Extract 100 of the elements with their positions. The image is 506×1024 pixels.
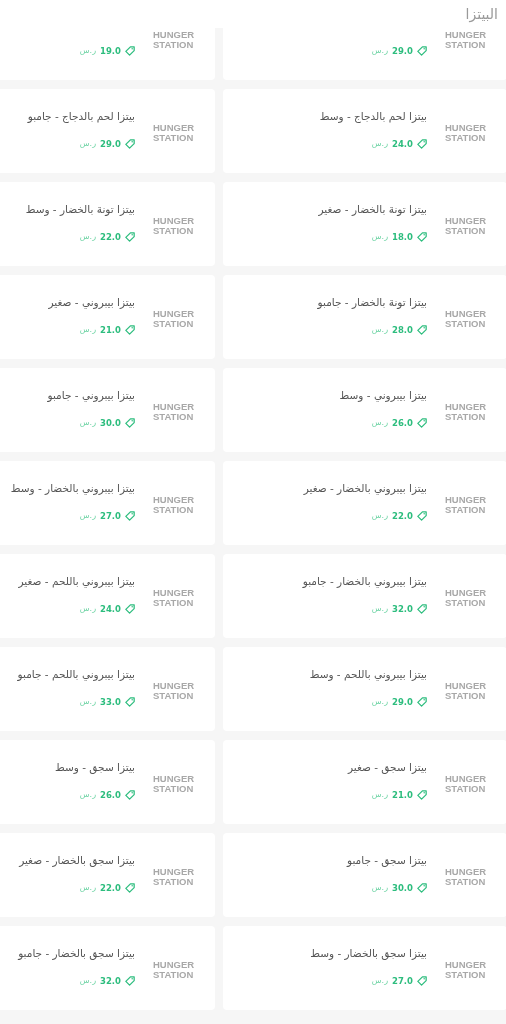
item-price: 33.0 <box>100 696 121 709</box>
item-name: بيتزا بيبروني بالخضار - جامبو <box>302 574 427 590</box>
item-price: 29.0 <box>392 696 413 709</box>
tag-icon <box>417 697 427 708</box>
item-price: 32.0 <box>392 603 413 616</box>
logo-placeholder: HUNGER STATION <box>445 123 487 143</box>
tag-icon <box>417 883 427 894</box>
currency-label: ر.س <box>371 324 388 337</box>
item-name: بيتزا لحم بالدجاج - جامبو <box>27 109 135 125</box>
currency-label: ر.س <box>371 789 388 802</box>
tag-icon <box>417 790 427 801</box>
logo-placeholder: HUNGER STATION <box>445 588 487 608</box>
logo-placeholder: HUNGER STATION <box>445 30 487 50</box>
tag-icon <box>125 697 135 708</box>
logo-placeholder: HUNGER STATION <box>153 123 195 143</box>
item-price: 32.0 <box>100 975 121 988</box>
item-name: بيتزا بيبروني بالخضار - صغير <box>303 481 427 497</box>
tag-icon <box>417 46 427 57</box>
currency-label: ر.س <box>79 138 96 151</box>
item-price: 27.0 <box>100 510 121 523</box>
currency-label: ر.س <box>79 324 96 337</box>
item-name: بيتزا سجق - جامبو <box>347 853 427 869</box>
item-price: 24.0 <box>392 138 413 151</box>
logo-placeholder: HUNGER STATION <box>445 402 487 422</box>
currency-label: ر.س <box>79 231 96 244</box>
item-price: 27.0 <box>392 975 413 988</box>
item-name: بيتزا تونة بالخضار - صغير <box>318 202 427 218</box>
tag-icon <box>417 511 427 522</box>
currency-label: ر.س <box>371 45 388 58</box>
currency-label: ر.س <box>371 882 388 895</box>
item-price: 18.0 <box>392 231 413 244</box>
currency-label: ر.س <box>371 510 388 523</box>
tag-icon <box>125 976 135 987</box>
item-price: 29.0 <box>100 138 121 151</box>
item-price: 28.0 <box>392 324 413 337</box>
item-price: 26.0 <box>100 789 121 802</box>
currency-label: ر.س <box>371 603 388 616</box>
item-name: بيتزا تونة بالخضار - وسط <box>25 202 135 218</box>
item-price: 21.0 <box>392 789 413 802</box>
currency-label: ر.س <box>79 417 96 430</box>
logo-placeholder: HUNGER STATION <box>445 495 487 515</box>
item-name: بيتزا بيبروني - وسط <box>339 388 427 404</box>
currency-label: ر.س <box>79 696 96 709</box>
currency-label: ر.س <box>79 45 96 58</box>
logo-placeholder: HUNGER STATION <box>153 774 195 794</box>
item-name: بيتزا تونة بالخضار - جامبو <box>317 295 427 311</box>
logo-placeholder: HUNGER STATION <box>153 960 195 980</box>
currency-label: ر.س <box>79 603 96 616</box>
tag-icon <box>125 325 135 336</box>
tag-icon <box>125 139 135 150</box>
currency-label: ر.س <box>79 882 96 895</box>
logo-placeholder: HUNGER STATION <box>153 30 195 50</box>
logo-placeholder: HUNGER STATION <box>445 867 487 887</box>
item-price: 30.0 <box>100 417 121 430</box>
tag-icon <box>417 418 427 429</box>
currency-label: ر.س <box>371 696 388 709</box>
tag-icon <box>417 604 427 615</box>
item-name: بيتزا بيبروني باللحم - صغير <box>18 574 135 590</box>
tag-icon <box>125 604 135 615</box>
currency-label: ر.س <box>371 138 388 151</box>
tag-icon <box>125 418 135 429</box>
item-name: بيتزا بيبروني - جامبو <box>47 388 135 404</box>
currency-label: ر.س <box>371 231 388 244</box>
item-name: بيتزا بيبروني باللحم - وسط <box>309 667 427 683</box>
item-price: 22.0 <box>100 231 121 244</box>
item-name: بيتزا سجق - صغير <box>347 760 427 776</box>
item-price: 30.0 <box>392 882 413 895</box>
item-price: 29.0 <box>392 45 413 58</box>
tag-icon <box>125 883 135 894</box>
item-price: 24.0 <box>100 603 121 616</box>
currency-label: ر.س <box>79 789 96 802</box>
logo-placeholder: HUNGER STATION <box>153 309 195 329</box>
currency-label: ر.س <box>79 975 96 988</box>
item-name: بيتزا سجق بالخضار - وسط <box>310 946 427 962</box>
item-name: بيتزا سجق - وسط <box>55 760 135 776</box>
tag-icon <box>125 511 135 522</box>
logo-placeholder: HUNGER STATION <box>153 867 195 887</box>
item-name: بيتزا سجق بالخضار - صغير <box>19 853 135 869</box>
tag-icon <box>125 46 135 57</box>
item-name: بيتزا بيبروني باللحم - جامبو <box>17 667 135 683</box>
tag-icon <box>417 976 427 987</box>
logo-placeholder: HUNGER STATION <box>153 495 195 515</box>
tag-icon <box>125 790 135 801</box>
item-price: 19.0 <box>100 45 121 58</box>
item-name: بيتزا بيبروني بالخضار - وسط <box>10 481 135 497</box>
item-name: بيتزا لحم بالدجاج - وسط <box>319 109 427 125</box>
logo-placeholder: HUNGER STATION <box>153 216 195 236</box>
logo-placeholder: HUNGER STATION <box>153 588 195 608</box>
logo-placeholder: HUNGER STATION <box>153 681 195 701</box>
currency-label: ر.س <box>79 510 96 523</box>
logo-placeholder: HUNGER STATION <box>445 309 487 329</box>
currency-label: ر.س <box>371 975 388 988</box>
item-name: بيتزا بيبروني - صغير <box>48 295 135 311</box>
logo-placeholder: HUNGER STATION <box>445 216 487 236</box>
item-price: 22.0 <box>100 882 121 895</box>
section-title: البيتزا <box>464 5 499 25</box>
item-price: 22.0 <box>392 510 413 523</box>
currency-label: ر.س <box>371 417 388 430</box>
tag-icon <box>125 232 135 243</box>
logo-placeholder: HUNGER STATION <box>445 960 487 980</box>
